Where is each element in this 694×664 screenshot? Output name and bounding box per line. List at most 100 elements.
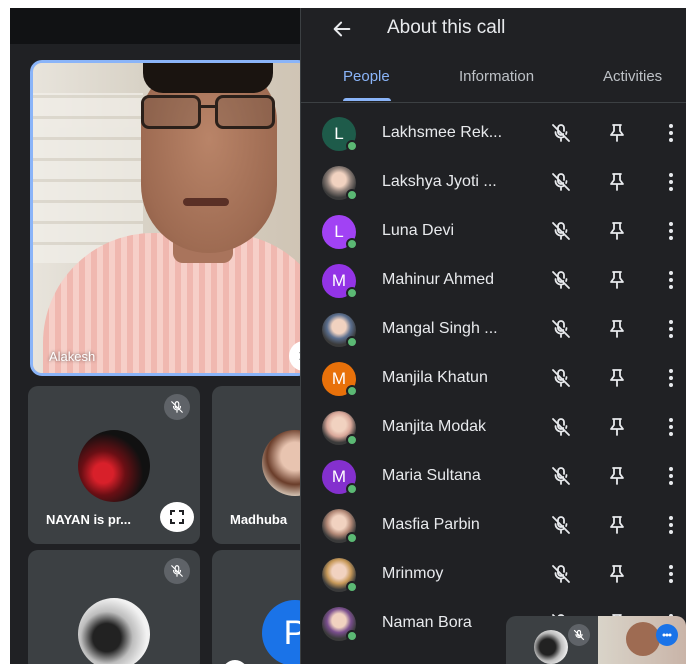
mic-off-icon[interactable] (549, 170, 573, 194)
participant-row[interactable]: L Luna Devi (301, 206, 686, 255)
mic-off-icon (164, 558, 190, 584)
more-vert-icon[interactable] (659, 170, 683, 194)
avatar: M (322, 460, 358, 495)
avatar (322, 558, 358, 593)
avatar (322, 411, 358, 446)
avatar: M (322, 362, 358, 397)
video-person-mouth (183, 198, 229, 206)
presence-dot (346, 532, 358, 544)
pin-icon[interactable] (605, 464, 629, 488)
participant-row[interactable]: M Manjila Khatun (301, 353, 686, 402)
participant-row[interactable]: Lakshya Jyoti ... (301, 157, 686, 206)
participant-name: Naman Bora (382, 614, 472, 631)
presence-dot (346, 434, 358, 446)
presence-dot (346, 336, 358, 348)
avatar (322, 509, 358, 544)
speaking-icon (656, 624, 678, 646)
more-vert-icon[interactable] (659, 464, 683, 488)
more-vert-icon[interactable] (659, 219, 683, 243)
about-call-panel: About this call People Information Activ… (300, 8, 686, 664)
participant-name: Masfia Parbin (382, 516, 480, 533)
participant-row[interactable]: M Mahinur Ahmed (301, 255, 686, 304)
more-vert-icon[interactable] (659, 121, 683, 145)
presence-dot (346, 385, 358, 397)
more-vert-icon[interactable] (659, 366, 683, 390)
participant-tile-nayan[interactable]: NAYAN is pr... (28, 386, 200, 544)
video-person-hair (143, 63, 273, 93)
mic-off-icon[interactable] (549, 366, 573, 390)
mic-off-icon[interactable] (549, 513, 573, 537)
participant-row[interactable]: Mrinmoy (301, 549, 686, 598)
participant-tile-madhuba[interactable]: Madhuba (212, 386, 310, 544)
presence-dot (346, 238, 358, 250)
tab-people[interactable]: People (343, 68, 390, 85)
presence-dot (346, 287, 358, 299)
panel-title: About this call (387, 17, 506, 38)
tile-name: NAYAN is pr... (46, 512, 132, 527)
mic-off-icon[interactable] (549, 268, 573, 292)
pin-icon[interactable] (605, 170, 629, 194)
main-video-tile[interactable]: Alakesh (30, 60, 310, 376)
mic-off-icon[interactable] (549, 415, 573, 439)
participant-tile[interactable]: P (212, 550, 310, 664)
more-vert-icon[interactable] (659, 562, 683, 586)
avatar: L (322, 117, 358, 152)
participant-row[interactable]: Masfia Parbin (301, 500, 686, 549)
more-vert-icon[interactable] (659, 513, 683, 537)
tab-activities[interactable]: Activities (603, 68, 662, 85)
mic-off-icon (164, 394, 190, 420)
avatar (78, 430, 150, 502)
divider (301, 102, 686, 103)
pin-icon[interactable] (605, 121, 629, 145)
more-vert-icon[interactable] (659, 415, 683, 439)
mic-off-icon[interactable] (549, 464, 573, 488)
mic-off-icon[interactable] (549, 219, 573, 243)
participant-row[interactable]: Mangal Singh ... (301, 304, 686, 353)
tab-indicator (343, 98, 391, 101)
panel-tabs: People Information Activities (301, 60, 686, 102)
participant-row[interactable]: L Lakhsmee Rek... (301, 108, 686, 157)
avatar-initial: L (334, 222, 344, 241)
panel-header: About this call (301, 8, 686, 48)
participant-row[interactable]: Manjita Modak (301, 402, 686, 451)
participant-tile[interactable] (28, 550, 200, 664)
presence-dot (346, 189, 358, 201)
participant-row[interactable]: M Maria Sultana (301, 451, 686, 500)
participant-name: Lakhsmee Rek... (382, 124, 503, 141)
arrow-left-icon[interactable] (329, 16, 355, 42)
pin-icon[interactable] (605, 317, 629, 341)
more-vert-icon[interactable] (659, 317, 683, 341)
participant-name: Mangal Singh ... (382, 320, 498, 337)
mic-off-icon[interactable] (549, 562, 573, 586)
avatar: L (322, 215, 358, 250)
avatar-initial: M (331, 271, 347, 290)
avatar (534, 630, 568, 664)
avatar (322, 166, 358, 201)
presence-dot (346, 630, 358, 642)
presence-dot (346, 140, 358, 152)
participant-name: Mrinmoy (382, 565, 444, 582)
avatar-initial: L (334, 124, 344, 143)
avatar (78, 598, 150, 664)
fullscreen-icon[interactable] (160, 502, 194, 532)
pin-icon[interactable] (605, 415, 629, 439)
participant-name: Mahinur Ahmed (382, 271, 495, 288)
self-view[interactable] (506, 616, 686, 664)
presence-dot (346, 581, 358, 593)
mic-off-icon (568, 624, 590, 646)
participant-name: Manjita Modak (382, 418, 487, 435)
pin-icon[interactable] (605, 562, 629, 586)
tab-information[interactable]: Information (459, 68, 534, 85)
avatar-initial: M (331, 369, 347, 388)
avatar-initial: M (331, 467, 347, 486)
avatar (322, 607, 358, 642)
mic-off-icon[interactable] (549, 317, 573, 341)
mic-off-icon[interactable] (549, 121, 573, 145)
pin-icon[interactable] (605, 513, 629, 537)
more-vert-icon[interactable] (659, 268, 683, 292)
pin-icon[interactable] (605, 366, 629, 390)
pin-icon[interactable] (605, 268, 629, 292)
self-video (598, 616, 686, 664)
pin-icon[interactable] (605, 219, 629, 243)
participant-name: Luna Devi (382, 222, 455, 239)
